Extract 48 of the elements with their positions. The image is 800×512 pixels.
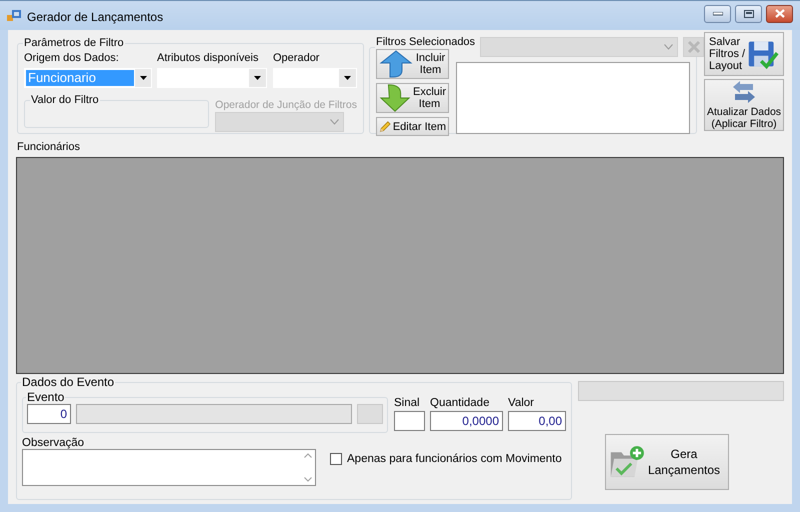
field-label: Operador de Junção de Filtros — [215, 99, 357, 111]
group-title: Parâmetros de Filtro — [23, 37, 125, 49]
edit-item-button[interactable]: Editar Item — [376, 117, 449, 136]
checkbox-label: Apenas para funcionários com Movimento — [347, 453, 562, 465]
scroll-down-icon — [304, 477, 312, 482]
group-title: Evento — [26, 390, 66, 404]
filter-list[interactable] — [456, 62, 690, 134]
quantity-field[interactable]: 0,0000 — [430, 411, 503, 431]
window-title: Gerador de Lançamentos — [27, 8, 164, 24]
close-button[interactable] — [766, 4, 793, 22]
field-label: Atributos disponíveis — [157, 52, 260, 66]
group-title: Valor do Filtro — [30, 94, 100, 106]
save-filters-button[interactable]: Salvar Filtros / Layout — [704, 32, 784, 76]
caret-icon — [254, 76, 261, 80]
maximize-icon — [744, 10, 754, 18]
field-label: Observação — [22, 437, 86, 449]
field-label: Operador — [273, 52, 320, 66]
maximize-button[interactable] — [735, 4, 762, 22]
down-arrow-icon — [379, 83, 411, 113]
section-label: Funcionários — [17, 141, 81, 154]
field-label: Origem dos Dados: — [24, 52, 120, 66]
minimize-icon — [712, 12, 722, 16]
note-field[interactable] — [22, 449, 316, 486]
up-arrow-icon — [379, 50, 413, 78]
refresh-data-button[interactable]: Atualizar Dados (Aplicar Filtro) — [704, 79, 784, 131]
value-field[interactable]: 0,00 — [508, 411, 566, 431]
minimize-button[interactable] — [704, 4, 731, 22]
generate-button[interactable]: Gera Lançamentos — [605, 434, 729, 490]
caret-icon — [140, 76, 146, 80]
app-icon — [7, 10, 21, 22]
field-label: Quantidade — [430, 396, 490, 411]
group-title: Dados do Evento — [21, 375, 116, 389]
caret-icon — [664, 44, 674, 50]
swap-arrows-icon — [731, 80, 757, 104]
pencil-icon — [379, 118, 391, 134]
field-label: Sinal — [394, 396, 421, 411]
close-icon — [774, 9, 784, 18]
field-label: Valor — [508, 396, 535, 411]
sign-field[interactable] — [394, 411, 425, 431]
include-item-button[interactable]: Incluir Item — [376, 49, 449, 79]
event-code-field[interactable]: 0 — [27, 404, 71, 424]
scroll-up-icon — [304, 453, 312, 458]
group-title: Filtros Selecionados — [375, 36, 476, 48]
caret-icon — [330, 119, 340, 125]
exclude-item-button[interactable]: Excluir Item — [376, 83, 449, 113]
checkbox[interactable] — [330, 453, 342, 465]
close-icon — [686, 40, 701, 54]
caret-icon — [344, 76, 351, 80]
